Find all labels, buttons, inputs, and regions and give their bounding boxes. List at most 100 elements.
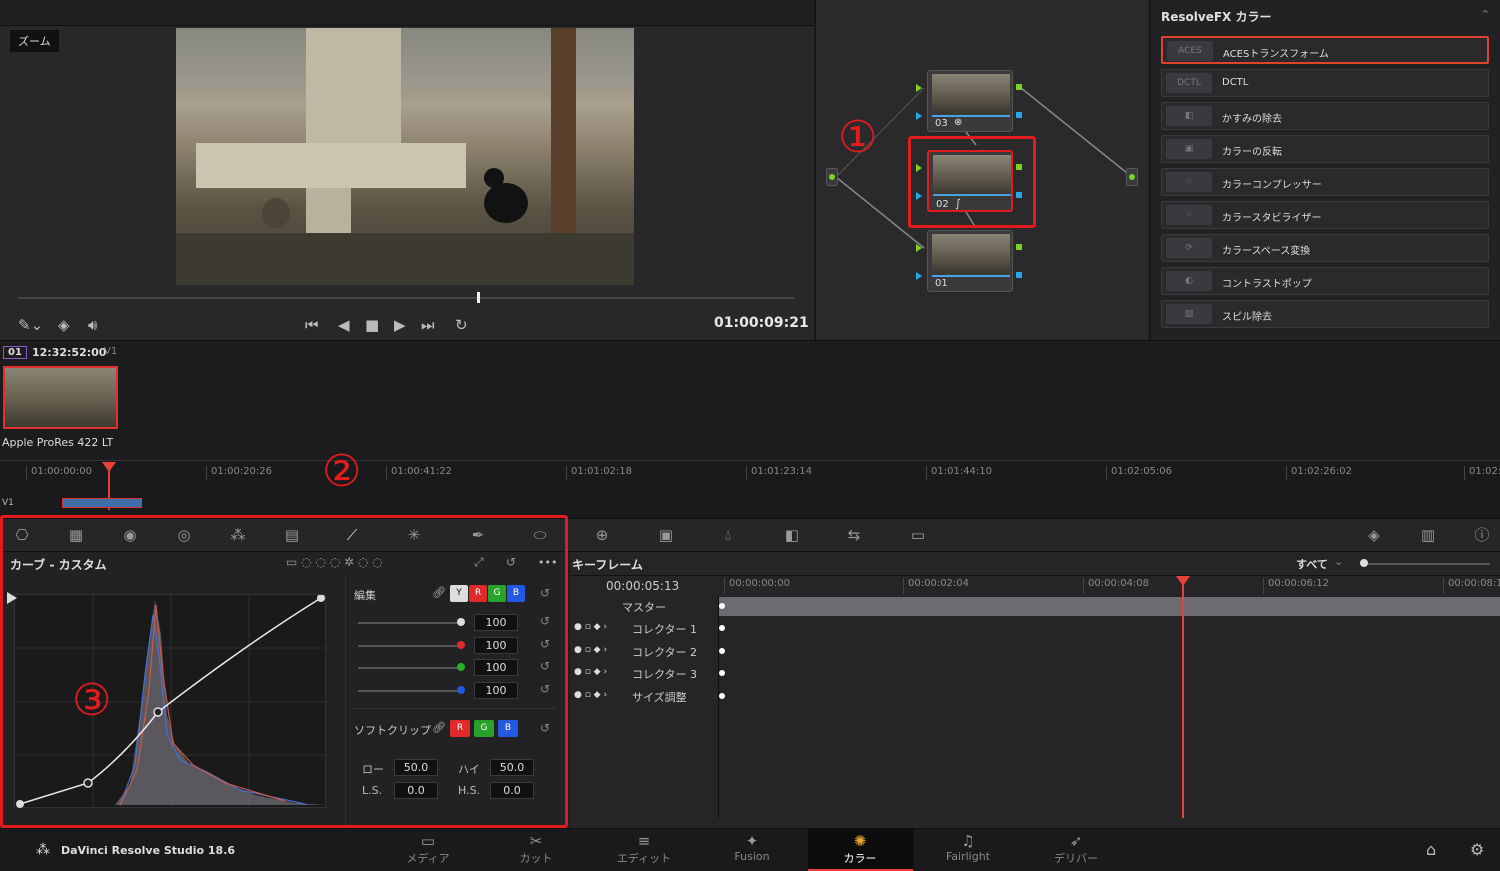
clip-track: V1 <box>104 346 118 357</box>
fx-item-colorspace[interactable]: ⟳ カラースペース変換 <box>1161 234 1489 262</box>
loop-icon[interactable]: ↻ <box>455 316 468 334</box>
play-reverse-icon[interactable]: ◀ <box>338 316 350 334</box>
page-label: エディット <box>616 852 672 865</box>
collapse-icon[interactable]: ⌃ <box>1481 8 1490 21</box>
clip-thumbnail[interactable] <box>3 366 118 429</box>
page-media[interactable]: ▭ メディア <box>378 832 478 866</box>
page-edit[interactable]: ≡ エディット <box>594 832 694 866</box>
media-icon: ▭ <box>420 832 436 850</box>
skip-start-icon[interactable]: ⏮ <box>305 316 319 334</box>
timeline-clip[interactable] <box>62 498 142 508</box>
contrast-icon: ◐ <box>1166 271 1212 291</box>
kf-row-icons[interactable]: ● ▫ ◆ › <box>574 667 607 677</box>
viewer-frame[interactable] <box>176 28 634 285</box>
annotation-number-2: ② <box>322 446 362 497</box>
gear-icon[interactable]: ⚙ <box>1470 840 1484 859</box>
kf-row-master[interactable]: マスター <box>570 599 718 621</box>
kf-ruler-tick: 00:00:08:16 <box>1443 578 1500 594</box>
keyframe-dot[interactable] <box>719 670 725 676</box>
key-icon[interactable]: ◧ <box>770 522 814 548</box>
magic-mask-icon[interactable]: ▣ <box>644 522 688 548</box>
timeline-tick: 01:01:02:18 <box>566 466 632 480</box>
kf-row-sizing[interactable]: サイズ調整 <box>632 689 687 705</box>
kf-row-corrector-2[interactable]: コレクター 2 <box>632 644 697 660</box>
keyframe-dot[interactable] <box>719 648 725 654</box>
fx-item-stabilizer[interactable]: ⁘ カラースタビライザー <box>1161 201 1489 229</box>
info-icon[interactable]: ⓘ <box>1460 522 1500 548</box>
stabilizer-icon: ⁘ <box>1166 205 1212 225</box>
node-bar <box>932 275 1010 277</box>
fx-item-dehaze[interactable]: ◧ かすみの除去 <box>1161 102 1489 130</box>
fx-item-label: かすみの除去 <box>1222 114 1282 125</box>
zoom-label[interactable]: ズーム <box>10 30 59 52</box>
node-03[interactable]: 03 ⊗ <box>927 70 1013 132</box>
page-fusion[interactable]: ✦ Fusion <box>702 832 802 863</box>
home-icon[interactable]: ⌂ <box>1426 840 1436 859</box>
kf-row-icons[interactable]: ● ▫ ◆ › <box>574 645 607 655</box>
node-input-icon[interactable] <box>916 84 922 92</box>
node-output-icon[interactable] <box>1016 244 1022 250</box>
layers-icon[interactable]: ◈ <box>58 316 70 334</box>
page-fairlight[interactable]: ♫ Fairlight <box>918 832 1018 863</box>
node-output-icon[interactable] <box>1016 84 1022 90</box>
fx-item-dctl[interactable]: DCTL DCTL <box>1161 69 1489 97</box>
skip-end-icon[interactable]: ⏭ <box>421 316 435 334</box>
zoom-knob[interactable] <box>1360 559 1368 567</box>
node-graph[interactable]: 03 ⊗ 02 ∫ 01 ① <box>815 0 1148 340</box>
fx-item-contrast-pop[interactable]: ◐ コントラストポップ <box>1161 267 1489 295</box>
annotation-box-1 <box>908 136 1036 228</box>
node-thumbnail <box>932 74 1010 114</box>
davinci-logo-icon: ⁂ <box>36 842 50 858</box>
node-01[interactable]: 01 <box>927 230 1013 292</box>
node-key-output-icon[interactable] <box>1016 272 1022 278</box>
divider <box>570 575 1500 576</box>
picker-icon[interactable]: ✎⌄ <box>18 316 43 334</box>
blur-icon[interactable]: 💧︎ <box>706 522 750 548</box>
page-color[interactable]: ✺ カラー <box>810 832 910 866</box>
timeline-tick: 01:01:23:14 <box>746 466 812 480</box>
dctl-icon: DCTL <box>1166 73 1212 93</box>
scopes-icon[interactable]: ▥ <box>1406 522 1450 548</box>
kf-row-icons[interactable]: ● ▫ ◆ › <box>574 622 607 632</box>
node-key-output-icon[interactable] <box>1016 112 1022 118</box>
fx-item-invert[interactable]: ▣ カラーの反転 <box>1161 135 1489 163</box>
node-input-icon[interactable] <box>916 244 922 252</box>
kf-row-icons[interactable]: ● ▫ ◆ › <box>574 690 607 700</box>
sizing-icon[interactable]: ⇆ <box>832 522 876 548</box>
play-icon[interactable]: ▶ <box>394 316 406 334</box>
source-node[interactable] <box>826 168 838 186</box>
scrubber-playhead[interactable] <box>477 292 480 303</box>
keyframes-panel <box>570 552 1500 828</box>
chevron-down-icon[interactable]: ⌄ <box>1334 555 1343 568</box>
lightbox-icon[interactable]: ◈ <box>1352 522 1396 548</box>
timeline-track-label: V1 <box>2 498 14 508</box>
output-node[interactable] <box>1126 168 1138 186</box>
stop-icon[interactable]: ■ <box>365 316 379 334</box>
kf-row-corrector-1[interactable]: コレクター 1 <box>632 621 697 637</box>
keyframe-filter[interactable]: すべて <box>1296 556 1328 572</box>
timeline-tick: 01:00:41:22 <box>386 466 452 480</box>
volume-icon[interactable]: 🔊︎ <box>88 316 97 334</box>
page-label: Fairlight <box>945 850 991 863</box>
viewer-scrubber[interactable] <box>18 297 794 299</box>
invert-icon: ▣ <box>1166 139 1212 159</box>
master-keyframe-bar[interactable] <box>719 597 1500 616</box>
fx-item-compressor[interactable]: ⁘ カラーコンプレッサー <box>1161 168 1489 196</box>
node-key-input-icon[interactable] <box>916 112 922 120</box>
fx-item-spill[interactable]: ▨ スピル除去 <box>1161 300 1489 328</box>
keyframe-dot[interactable] <box>719 625 725 631</box>
page-cut[interactable]: ✂ カット <box>486 832 586 866</box>
tracker-icon[interactable]: ⊕ <box>580 522 624 548</box>
fx-item-aces[interactable]: ACES ACESトランスフォーム <box>1161 36 1489 64</box>
page-label: デリバー <box>1054 852 1098 865</box>
keyframe-dot[interactable] <box>719 693 725 699</box>
keyframe-dot[interactable] <box>719 603 725 609</box>
kf-row-corrector-3[interactable]: コレクター 3 <box>632 666 697 682</box>
3d-icon[interactable]: ▭ <box>896 522 940 548</box>
fusion-icon: ✦ <box>745 832 759 850</box>
node-key-input-icon[interactable] <box>916 272 922 280</box>
node-label: 01 <box>935 278 948 289</box>
page-label: メディア <box>406 852 450 865</box>
zoom-slider[interactable] <box>1360 563 1490 565</box>
page-deliver[interactable]: ➶ デリバー <box>1026 832 1126 866</box>
